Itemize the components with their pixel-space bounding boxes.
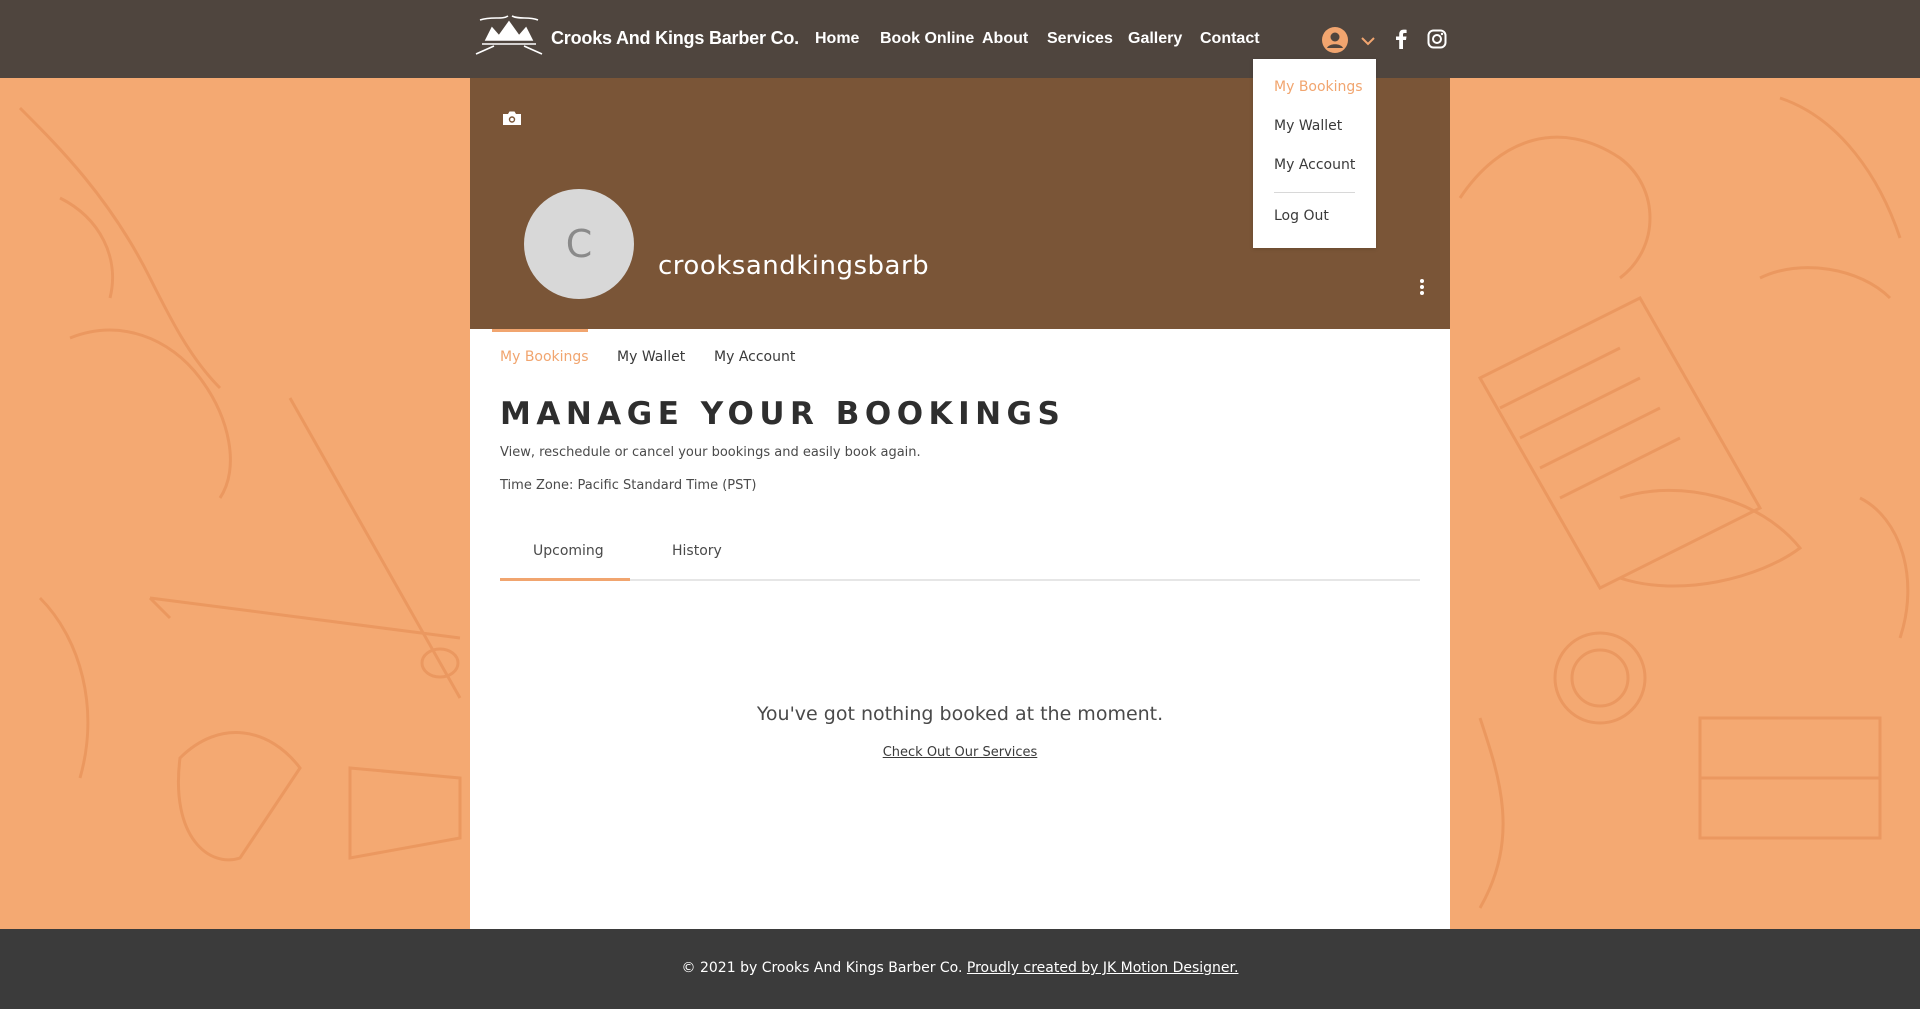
tabs-divider xyxy=(500,579,1420,581)
nav-contact[interactable]: Contact xyxy=(1200,30,1260,48)
more-options-icon[interactable] xyxy=(1418,277,1426,297)
nav-services[interactable]: Services xyxy=(1047,30,1113,48)
page-title: MANAGE YOUR BOOKINGS xyxy=(500,396,1066,432)
logo-icon[interactable] xyxy=(472,14,546,62)
brand-name[interactable]: Crooks And Kings Barber Co. xyxy=(551,28,799,49)
camera-icon[interactable] xyxy=(502,110,522,126)
page-subtitle: View, reschedule or cancel your bookings… xyxy=(500,445,921,460)
tab-upcoming[interactable]: Upcoming xyxy=(533,543,604,559)
user-account-icon[interactable] xyxy=(1322,27,1348,53)
profile-username: crooksandkingsbarb xyxy=(658,251,930,281)
empty-state-message: You've got nothing booked at the moment. xyxy=(756,703,1164,725)
account-dropdown-menu: My Bookings My Wallet My Account Log Out xyxy=(1253,59,1376,248)
menu-item-my-account[interactable]: My Account xyxy=(1274,157,1355,173)
menu-item-log-out[interactable]: Log Out xyxy=(1274,208,1329,224)
facebook-icon[interactable] xyxy=(1394,29,1408,49)
check-services-link: Check Out Our Services xyxy=(470,745,1450,760)
check-services-link-text[interactable]: Check Out Our Services xyxy=(883,745,1038,760)
tab-my-wallet[interactable]: My Wallet xyxy=(617,349,685,365)
menu-divider xyxy=(1274,192,1355,193)
menu-item-my-wallet[interactable]: My Wallet xyxy=(1274,118,1342,134)
tab-history[interactable]: History xyxy=(672,543,722,559)
nav-book-online[interactable]: Book Online xyxy=(880,30,974,48)
active-tab-indicator xyxy=(500,578,630,581)
tab-my-bookings[interactable]: My Bookings xyxy=(500,349,589,365)
nav-home[interactable]: Home xyxy=(815,30,859,48)
tab-my-account[interactable]: My Account xyxy=(714,349,795,365)
profile-tab-indicator xyxy=(492,329,588,332)
instagram-icon[interactable] xyxy=(1427,29,1447,49)
copyright-text: © 2021 by Crooks And Kings Barber Co. xyxy=(681,960,967,976)
site-footer: © 2021 by Crooks And Kings Barber Co. Pr… xyxy=(0,929,1920,1009)
footer-text: © 2021 by Crooks And Kings Barber Co. Pr… xyxy=(0,960,1920,976)
menu-item-my-bookings[interactable]: My Bookings xyxy=(1274,79,1363,95)
chevron-down-icon[interactable] xyxy=(1360,35,1376,47)
timezone-label: Time Zone: Pacific Standard Time (PST) xyxy=(500,478,757,493)
avatar[interactable]: C xyxy=(524,189,634,299)
site-header: Crooks And Kings Barber Co. Home Book On… xyxy=(0,0,1920,78)
creator-link[interactable]: Proudly created by JK Motion Designer. xyxy=(967,960,1239,976)
nav-gallery[interactable]: Gallery xyxy=(1128,30,1182,48)
nav-about[interactable]: About xyxy=(982,30,1028,48)
